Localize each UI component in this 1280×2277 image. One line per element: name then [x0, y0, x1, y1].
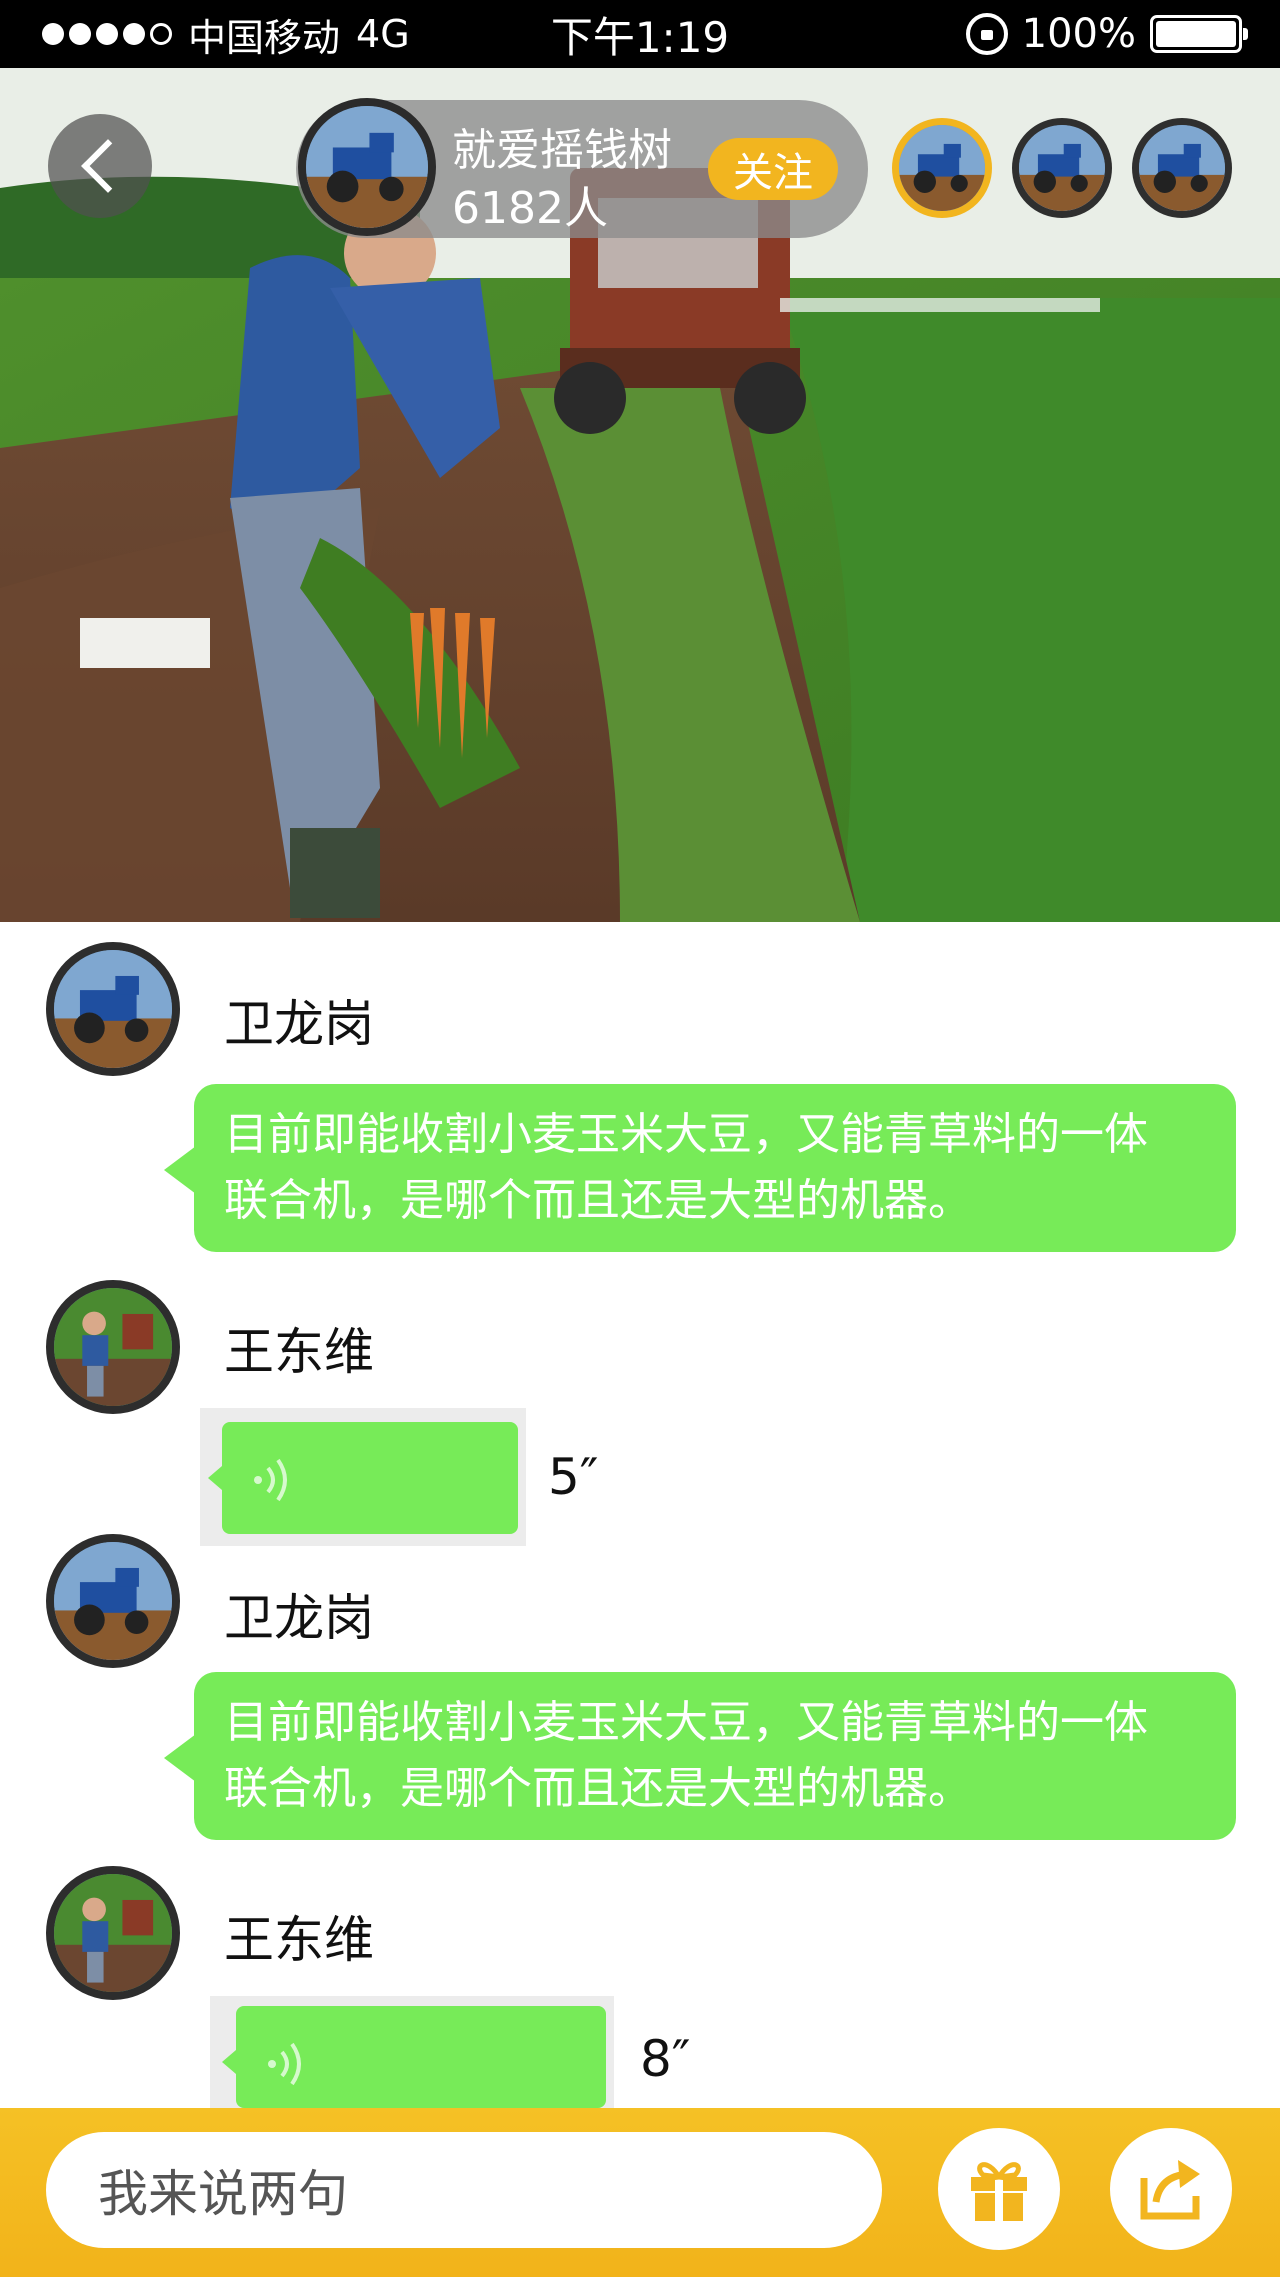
share-icon: [1140, 2160, 1200, 2220]
follow-button[interactable]: 关注: [708, 138, 838, 200]
sender-name: 王东维: [224, 1911, 374, 1969]
host-name: 就爱摇钱树: [452, 125, 672, 176]
sender-avatar[interactable]: [46, 1866, 180, 2000]
tractor-avatar-image: [1139, 125, 1225, 211]
comment-input-placeholder: 我来说两句: [98, 2165, 348, 2223]
sender-name: 卫龙岗: [224, 995, 374, 1053]
host-avatar[interactable]: [298, 98, 436, 236]
voice-duration: 5″: [548, 1448, 599, 1506]
voice-message-bubble[interactable]: [208, 1422, 518, 1534]
text-message-bubble[interactable]: 目前即能收割小麦玉米大豆，又能青草料的一体 联合机，是哪个而且还是大型的机器。: [164, 1672, 1236, 1840]
farmer-avatar-image: [54, 1288, 172, 1406]
sender-avatar[interactable]: [46, 1280, 180, 1414]
voice-wave-icon: [268, 2042, 301, 2086]
sender-name: 卫龙岗: [224, 1589, 374, 1647]
battery-icon: [1150, 15, 1248, 53]
message-line: 联合机，是哪个而且还是大型的机器。: [224, 1175, 972, 1226]
battery-percent: 100%: [1021, 11, 1136, 57]
message-line: 目前即能收割小麦玉米大豆，又能青草料的一体: [224, 1109, 1148, 1160]
share-button[interactable]: [1110, 2128, 1232, 2250]
tractor-avatar-image: [54, 950, 172, 1068]
gift-button[interactable]: [938, 2128, 1060, 2250]
voice-message-bubble[interactable]: [222, 2006, 606, 2108]
comment-input[interactable]: 我来说两句: [46, 2132, 882, 2248]
status-right: 100%: [965, 0, 1248, 68]
sender-avatar[interactable]: [46, 1534, 180, 1668]
viewer-avatar[interactable]: [1132, 118, 1232, 218]
back-arrow-icon: [81, 139, 135, 193]
farmer-avatar-image: [54, 1874, 172, 1992]
status-bar: 中国移动 4G 下午1:19 100%: [0, 0, 1280, 68]
voice-wave-icon: [254, 1458, 287, 1502]
back-button[interactable]: [48, 114, 152, 218]
gift-icon: [971, 2162, 1027, 2221]
orientation-lock-icon: [965, 13, 1008, 55]
sender-avatar[interactable]: [46, 942, 180, 1076]
text-message-bubble[interactable]: 目前即能收割小麦玉米大豆，又能青草料的一体 联合机，是哪个而且还是大型的机器。: [164, 1084, 1236, 1252]
viewer-avatar[interactable]: [892, 118, 992, 218]
bottom-bar: 我来说两句: [0, 2108, 1280, 2277]
message-line: 联合机，是哪个而且还是大型的机器。: [224, 1763, 972, 1814]
viewer-avatar[interactable]: [1012, 118, 1112, 218]
tractor-avatar-image: [1019, 125, 1105, 211]
tractor-avatar-image: [54, 1542, 172, 1660]
voice-duration: 8″: [640, 2030, 691, 2088]
tractor-avatar-image: [899, 125, 985, 211]
viewer-count: 6182人: [452, 183, 608, 234]
tractor-avatar-image: [306, 106, 428, 228]
sender-name: 王东维: [224, 1323, 374, 1381]
message-line: 目前即能收割小麦玉米大豆，又能青草料的一体: [224, 1697, 1148, 1748]
status-time: 下午1:19: [550, 12, 730, 62]
live-video-area[interactable]: 就爱摇钱树 6182人 关注: [0, 68, 1280, 922]
